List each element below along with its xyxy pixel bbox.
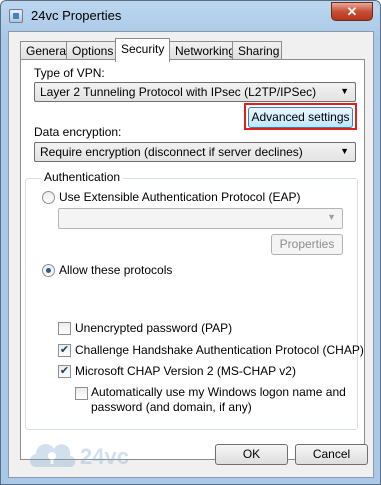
properties-button[interactable]: Properties [271,234,343,255]
mschapv2-label[interactable]: Microsoft CHAP Version 2 (MS-CHAP v2) [75,364,296,378]
eap-method-select[interactable]: ▼ [58,208,343,229]
watermark-text: 24vc [80,444,129,469]
ok-button[interactable]: OK [215,444,288,465]
chap-label[interactable]: Challenge Handshake Authentication Proto… [75,343,364,357]
windows-logon-checkbox[interactable] [75,387,88,400]
allow-protocols-label[interactable]: Allow these protocols [59,263,172,277]
title-bar[interactable]: 24vc Properties ✕ [1,1,380,31]
mschapv2-checkbox[interactable]: ✔ [58,365,71,378]
network-connection-icon [9,9,23,23]
cancel-button[interactable]: Cancel [295,444,368,465]
tab-options[interactable]: Options [66,41,116,61]
authentication-legend: Authentication [41,170,124,184]
data-encryption-label: Data encryption: [34,125,122,139]
vpn-type-value: Layer 2 Tunneling Protocol with IPsec (L… [40,85,317,99]
vpn-type-label: Type of VPN: [34,66,105,80]
close-button[interactable]: ✕ [331,2,373,21]
window-title: 24vc Properties [31,8,122,23]
data-encryption-value: Require encryption (disconnect if server… [40,145,303,159]
windows-logon-label-line2[interactable]: password (and domain, if any) [91,400,252,414]
chevron-down-icon: ▼ [340,146,349,156]
tab-networking[interactable]: Networking [169,41,235,61]
allow-protocols-radio[interactable] [42,264,55,277]
properties-window: 24vc Properties ✕ General Options Securi… [0,0,381,485]
chevron-down-icon: ▼ [340,86,349,96]
tab-security[interactable]: Security [115,38,170,62]
advanced-settings-button[interactable]: Advanced settings [248,107,353,128]
chap-checkbox[interactable]: ✔ [58,344,71,357]
tab-sharing[interactable]: Sharing [232,41,282,61]
eap-radio-label[interactable]: Use Extensible Authentication Protocol (… [59,190,300,204]
eap-radio[interactable] [42,191,55,204]
vpn-type-select[interactable]: Layer 2 Tunneling Protocol with IPsec (L… [34,82,356,102]
chevron-down-icon: ▼ [327,212,336,222]
windows-logon-label-line1[interactable]: Automatically use my Windows logon name … [91,385,346,399]
pap-label[interactable]: Unencrypted password (PAP) [75,321,232,335]
pap-checkbox[interactable] [58,322,71,335]
24vc-watermark-logo: 24vc [30,444,129,469]
tab-general[interactable]: General [20,41,69,61]
data-encryption-select[interactable]: Require encryption (disconnect if server… [34,142,356,162]
